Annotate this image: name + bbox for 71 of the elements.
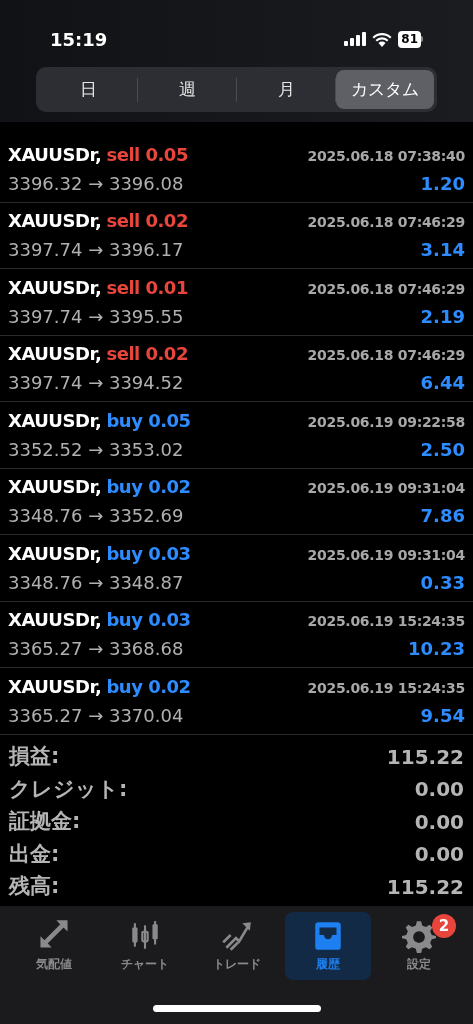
- price-range: 3352.52 → 3353.02: [8, 437, 184, 462]
- settings-icon: [402, 919, 437, 953]
- symbol-label: XAUUSDr,: [8, 142, 102, 167]
- trade-time: 2025.06.19 09:31:04: [307, 545, 465, 565]
- summary-label: 証拠金:: [9, 808, 81, 835]
- summary-value: 0.00: [414, 808, 464, 836]
- profit-value: 2.19: [420, 304, 465, 329]
- trade-time: 2025.06.18 07:38:40: [307, 146, 465, 166]
- symbol-label: XAUUSDr,: [8, 408, 102, 433]
- trade-volume: buy 0.02: [106, 475, 191, 500]
- price-range: 3365.27 → 3370.04: [8, 703, 184, 728]
- summary-value: 0.00: [414, 841, 464, 869]
- tab-bar-item[interactable]: 履歴: [285, 912, 371, 980]
- profit-value: 0.33: [420, 570, 465, 595]
- summary-value: 115.22: [386, 743, 464, 771]
- tab-bar-item[interactable]: チャート: [102, 912, 188, 980]
- price-range: 3397.74 → 3396.17: [8, 238, 184, 263]
- trade-volume: buy 0.05: [106, 408, 191, 433]
- notification-badge: 2: [432, 914, 457, 938]
- period-tab[interactable]: 月: [237, 70, 335, 109]
- tab-bar-item[interactable]: トレード: [193, 912, 280, 980]
- trade-time: 2025.06.18 07:46:29: [307, 279, 465, 299]
- symbol-label: XAUUSDr,: [8, 541, 102, 566]
- price-range: 3397.74 → 3395.55: [8, 304, 184, 329]
- price-range: 3365.27 → 3368.68: [8, 637, 184, 662]
- trade-volume: sell 0.01: [106, 275, 188, 300]
- profit-value: 7.86: [420, 504, 465, 529]
- price-range: 3348.76 → 3352.69: [8, 504, 184, 529]
- symbol-label: XAUUSDr,: [8, 674, 102, 699]
- summary-label: 残高:: [9, 873, 60, 900]
- summary-value: 115.22: [386, 873, 464, 901]
- trade-time: 2025.06.19 09:22:58: [307, 412, 465, 432]
- period-tab[interactable]: カスタム: [336, 70, 434, 109]
- trade-volume: sell 0.02: [106, 209, 188, 234]
- period-tab[interactable]: 日: [39, 70, 137, 109]
- summary-label: 出金:: [9, 840, 60, 868]
- signal-icon: [344, 32, 367, 46]
- trade-volume: sell 0.05: [106, 142, 188, 167]
- trend-arrow-icon: [219, 919, 254, 953]
- summary-label: クレジット:: [9, 775, 128, 803]
- tab-bar-item[interactable]: 設定 2: [376, 912, 463, 980]
- symbol-label: XAUUSDr,: [8, 342, 102, 367]
- symbol-label: XAUUSDr,: [8, 275, 102, 300]
- wifi-icon: [372, 31, 393, 47]
- symbol-label: XAUUSDr,: [8, 475, 102, 500]
- trade-time: 2025.06.19 09:31:04: [307, 479, 465, 499]
- profit-value: 9.54: [420, 703, 465, 728]
- trade-time: 2025.06.19 15:24:35: [307, 678, 465, 698]
- price-range: 3397.74 → 3394.52: [8, 371, 184, 396]
- profit-value: 10.23: [408, 637, 465, 662]
- profit-value: 3.14: [420, 238, 465, 263]
- trade-volume: buy 0.03: [106, 541, 191, 566]
- summary-label: 損益:: [9, 743, 60, 770]
- trade-time: 2025.06.19 15:24:35: [307, 612, 465, 632]
- trade-time: 2025.06.18 07:46:29: [307, 213, 465, 233]
- profit-value: 1.20: [420, 171, 465, 196]
- trade-time: 2025.06.18 07:46:29: [307, 346, 465, 366]
- tab-bar-item[interactable]: 気配値: [11, 912, 97, 980]
- battery-level: 81: [398, 30, 421, 48]
- status-time: 15:19: [50, 27, 108, 52]
- trade-volume: buy 0.02: [106, 674, 191, 699]
- profit-value: 2.50: [420, 437, 465, 462]
- price-range: 3396.32 → 3396.08: [8, 171, 184, 196]
- price-range: 3348.76 → 3348.87: [8, 570, 184, 595]
- symbol-label: XAUUSDr,: [8, 608, 102, 633]
- trade-volume: buy 0.03: [106, 608, 191, 633]
- symbol-label: XAUUSDr,: [8, 209, 102, 234]
- profit-value: 6.44: [420, 371, 465, 396]
- summary-value: 0.00: [414, 776, 464, 804]
- trade-volume: sell 0.02: [106, 342, 188, 367]
- period-tab[interactable]: 週: [138, 70, 236, 109]
